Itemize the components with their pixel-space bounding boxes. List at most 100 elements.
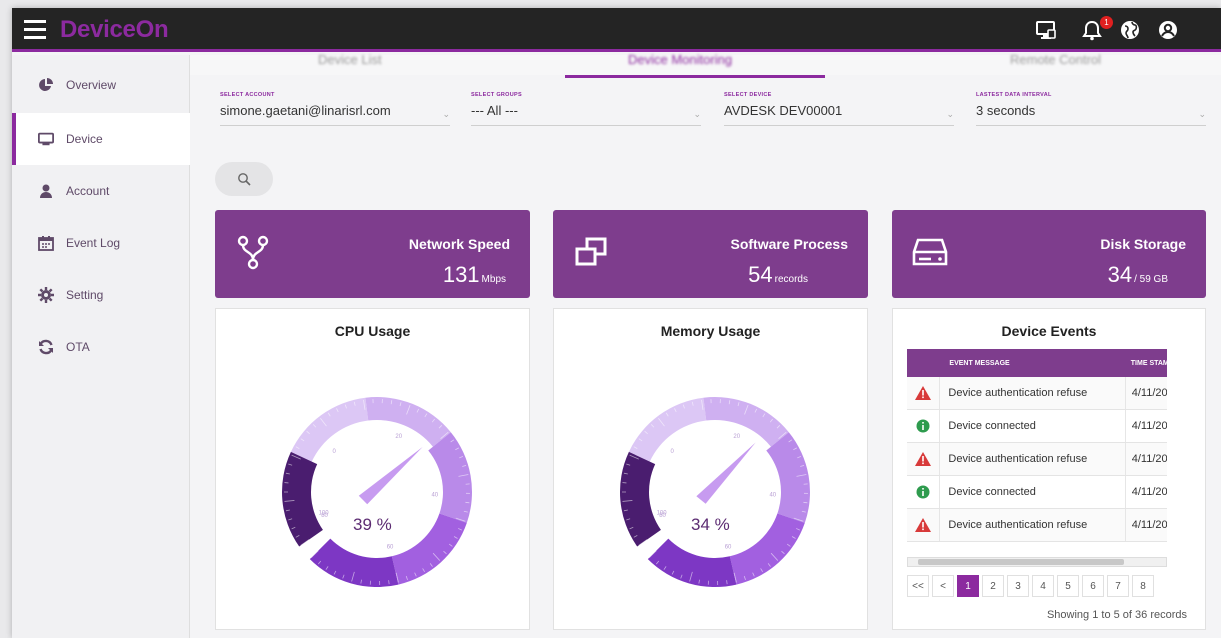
software-process-unit: records: [774, 274, 808, 285]
info-icon: [907, 419, 939, 433]
tab-device-monitoring[interactable]: Device Monitoring: [628, 52, 732, 67]
gauge-tick-label: 0: [670, 449, 674, 455]
page-button[interactable]: <: [932, 575, 954, 597]
device-select[interactable]: SELECT DEVICE AVDESK DEV00001 ⌄: [724, 92, 954, 136]
page-button[interactable]: 1: [957, 575, 979, 597]
event-message: Device authentication refuse: [939, 509, 1124, 541]
menu-icon[interactable]: [24, 20, 46, 40]
table-row[interactable]: Device authentication refuse 4/11/20:: [907, 377, 1167, 410]
cpu-usage-value: 39 %: [353, 515, 392, 534]
software-process-title: Software Process: [730, 236, 849, 252]
horizontal-scrollbar[interactable]: [907, 557, 1167, 567]
tab-device-list[interactable]: Device List: [318, 52, 382, 67]
groups-select-value: --- All ---: [471, 103, 518, 118]
sidebar-item-device[interactable]: Device: [12, 113, 190, 165]
table-row[interactable]: Device connected 4/11/20:: [907, 410, 1167, 443]
table-row[interactable]: Device connected 4/11/20:: [907, 476, 1167, 509]
sidebar-item-label: Event Log: [66, 236, 121, 250]
disk-storage-unit: / 59 GB: [1134, 274, 1168, 285]
network-speed-number: 131: [442, 262, 480, 287]
interval-select-value: 3 seconds: [976, 103, 1036, 118]
page-button[interactable]: 7: [1107, 575, 1129, 597]
gauge-band: [766, 432, 810, 523]
app-window: DeviceOn 1 Overview Device Account Event…: [12, 8, 1221, 638]
event-time: 4/11/20:: [1124, 377, 1167, 409]
column-header-message: EVENT MESSAGE: [949, 359, 1010, 367]
gauge-tick-label: 40: [431, 493, 438, 499]
monitor-icon: [38, 131, 54, 147]
device-select-value: AVDESK DEV00001: [724, 103, 843, 118]
records-summary: Showing 1 to 5 of 36 records: [1046, 609, 1187, 621]
gauge-band: [703, 397, 789, 447]
page-button[interactable]: 6: [1082, 575, 1104, 597]
calendar-icon: [38, 235, 54, 251]
page-button[interactable]: 5: [1057, 575, 1079, 597]
windows-stack-icon: [575, 237, 607, 266]
event-time: 4/11/20:: [1124, 443, 1167, 475]
search-icon: [238, 173, 251, 186]
monitor-icon[interactable]: [1035, 19, 1057, 41]
gauge-needle: [358, 447, 423, 505]
table-body: Device authentication refuse 4/11/20: Devi…: [907, 377, 1167, 542]
gauge-band: [391, 513, 467, 585]
device-events-panel: Device Events EVENT MESSAGE TIME STAM De…: [892, 308, 1206, 630]
gauge-tick: [726, 580, 728, 585]
account-select[interactable]: SELECT ACCOUNT simone.gaetani@linarisrl.…: [220, 92, 450, 136]
sidebar-item-label: OTA: [66, 340, 90, 354]
page-button[interactable]: <<: [907, 575, 929, 597]
warning-icon: [907, 452, 939, 466]
event-time: 4/11/20:: [1124, 509, 1167, 541]
sidebar-item-event-log[interactable]: Event Log: [12, 217, 190, 269]
table-row[interactable]: Device authentication refuse 4/11/20:: [907, 443, 1167, 476]
page-button[interactable]: 8: [1132, 575, 1154, 597]
sidebar-item-account[interactable]: Account: [12, 165, 190, 217]
table-row[interactable]: Device authentication refuse 4/11/20:: [907, 509, 1167, 542]
sidebar: Overview Device Account Event Log Settin…: [12, 55, 190, 638]
software-process-card: Software Process 54 records: [553, 210, 868, 298]
events-table: EVENT MESSAGE TIME STAM Device authentic…: [907, 349, 1167, 542]
gauge-arc: 020406080100: [620, 397, 810, 587]
gauge-band: [365, 397, 451, 447]
disk-storage-number: 34: [1107, 262, 1133, 287]
network-speed-unit: Mbps: [481, 274, 506, 285]
globe-icon[interactable]: [1119, 19, 1141, 41]
chevron-down-icon: ⌄: [1198, 109, 1206, 119]
notification-badge: 1: [1100, 16, 1113, 29]
sidebar-item-setting[interactable]: Setting: [12, 269, 190, 321]
gauge-band: [428, 432, 472, 523]
memory-usage-panel: Memory Usage 0 20 40 60 80 100 34 %: [553, 308, 868, 630]
event-time: 4/11/20:: [1124, 476, 1167, 508]
event-message: Device authentication refuse: [939, 377, 1124, 409]
gauge-band: [729, 513, 805, 585]
software-process-number: 54: [748, 262, 773, 287]
sidebar-item-label: Overview: [66, 78, 117, 92]
table-header: EVENT MESSAGE TIME STAM: [907, 349, 1167, 377]
tab-remote-control[interactable]: Remote Control: [1010, 52, 1101, 67]
warning-icon: [907, 386, 939, 400]
event-time: 4/11/20:: [1124, 410, 1167, 442]
sidebar-item-ota[interactable]: OTA: [12, 321, 190, 373]
page-button[interactable]: 4: [1032, 575, 1054, 597]
hard-drive-icon: [912, 238, 948, 266]
gauge-band: [628, 397, 707, 462]
column-header-time: TIME STAM: [1130, 359, 1167, 367]
disk-storage-card: Disk Storage 34/ 59 GB: [892, 210, 1206, 298]
interval-select-label: LASTEST DATA INTERVAL: [976, 92, 1052, 98]
interval-select[interactable]: LASTEST DATA INTERVAL 3 seconds ⌄: [976, 92, 1206, 136]
network-speed-value: 131 Mbps: [443, 262, 506, 288]
gauge-tick-label: 0: [332, 449, 336, 455]
sidebar-item-label: Device: [66, 132, 103, 146]
page-button[interactable]: 3: [1007, 575, 1029, 597]
user-icon[interactable]: [1157, 19, 1179, 41]
gauge-tick-label: 40: [769, 493, 776, 499]
groups-select[interactable]: SELECT GROUPS --- All --- ⌄: [471, 92, 701, 136]
gauge-band: [290, 397, 369, 462]
search-button[interactable]: [215, 162, 273, 196]
top-bar: DeviceOn 1: [12, 8, 1221, 52]
gauge-tick: [388, 580, 390, 585]
memory-usage-title: Memory Usage: [660, 323, 761, 339]
event-message: Device connected: [939, 476, 1124, 508]
page-button[interactable]: 2: [982, 575, 1004, 597]
device-events-title: Device Events: [1001, 323, 1097, 339]
sidebar-item-overview[interactable]: Overview: [12, 59, 190, 111]
